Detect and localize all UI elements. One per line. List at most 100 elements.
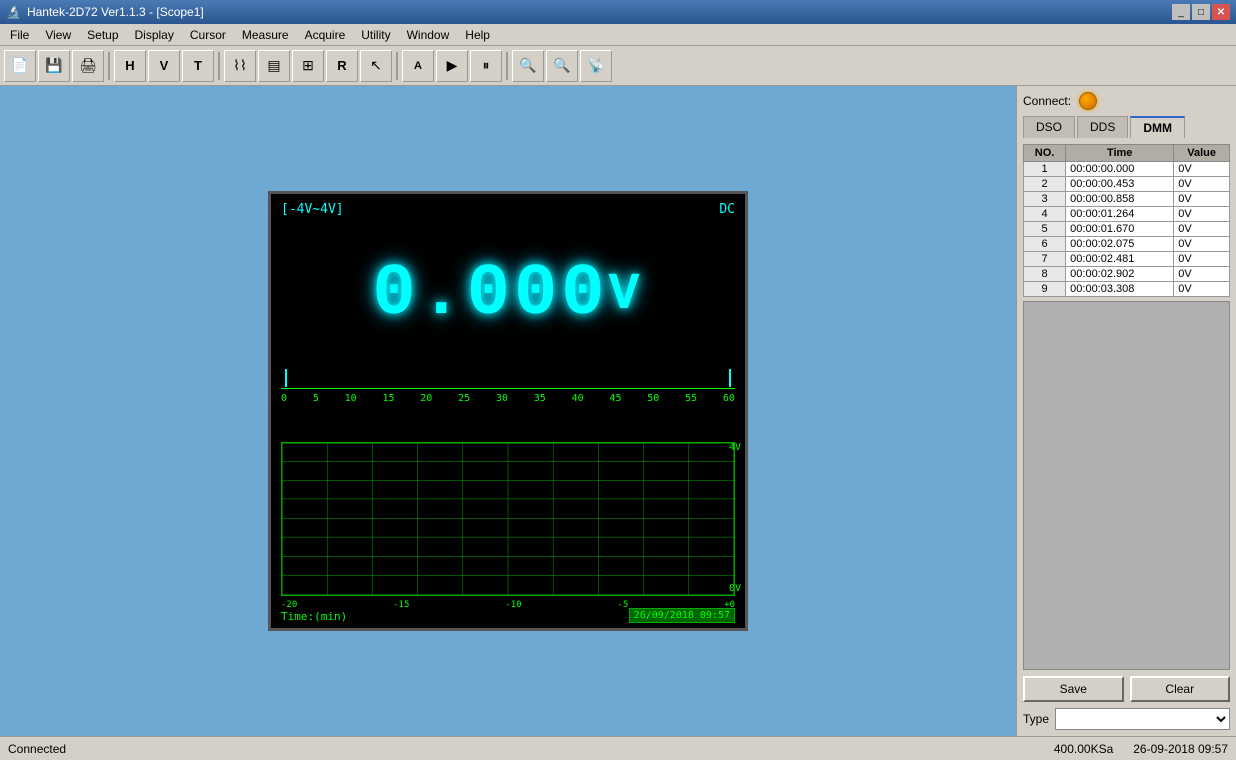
toolbar-t[interactable]: T [182,50,214,82]
menu-setup[interactable]: Setup [79,26,126,44]
tab-dso[interactable]: DSO [1023,116,1075,138]
connect-label: Connect: [1023,94,1071,108]
cell-time: 00:00:00.453 [1066,177,1174,192]
toolbar-stop[interactable]: ⏸ [470,50,502,82]
toolbar-connect[interactable]: 📡 [580,50,612,82]
cell-value: 0V [1174,192,1230,207]
main-content: [-4V~4V] DC 0.000V 0 5 10 15 20 [0,86,1236,736]
tabs: DSO DDS DMM [1023,116,1230,138]
toolbar-wave1[interactable]: ⌇⌇ [224,50,256,82]
time-ruler: 0 5 10 15 20 25 30 35 40 45 50 55 60 [281,369,735,429]
toolbar: 📄 💾 🖨 H V T ⌇⌇ ▤ ⊞ R ↖ A ▶ ⏸ 🔍 🔍 📡 [0,46,1236,86]
cell-value: 0V [1174,207,1230,222]
toolbar-run[interactable]: ▶ [436,50,468,82]
maximize-button[interactable]: □ [1192,4,1210,20]
close-button[interactable]: ✕ [1212,4,1230,20]
cell-time: 00:00:00.858 [1066,192,1174,207]
cell-no: 3 [1024,192,1066,207]
menu-file[interactable]: File [2,26,37,44]
menu-window[interactable]: Window [399,26,458,44]
tab-dds[interactable]: DDS [1077,116,1128,138]
cell-time: 00:00:03.308 [1066,282,1174,297]
cell-no: 4 [1024,207,1066,222]
table-row: 1 00:00:00.000 0V [1024,162,1230,177]
cell-no: 9 [1024,282,1066,297]
data-table: NO. Time Value 1 00:00:00.000 0V 2 00:00… [1023,144,1230,297]
cell-time: 00:00:02.481 [1066,252,1174,267]
type-row: Type [1023,708,1230,730]
type-label: Type [1023,712,1049,726]
ruler-markers: 0 5 10 15 20 25 30 35 40 45 50 55 60 [281,389,735,404]
connect-indicator [1079,92,1097,110]
ruler-ticks [281,369,735,389]
ruler-cursor-left [285,369,287,387]
menu-help[interactable]: Help [457,26,498,44]
reading-value: 0.000 [372,253,608,335]
menu-display[interactable]: Display [127,26,182,44]
cell-value: 0V [1174,237,1230,252]
col-no: NO. [1024,145,1066,162]
toolbar-new[interactable]: 📄 [4,50,36,82]
cell-value: 0V [1174,267,1230,282]
cell-time: 00:00:00.000 [1066,162,1174,177]
waveform-area [281,442,735,596]
sample-rate: 400.00KSa [1054,742,1113,756]
cell-time: 00:00:02.075 [1066,237,1174,252]
status-bar: Connected 400.00KSa 26-09-2018 09:57 [0,736,1236,760]
type-select[interactable] [1055,708,1230,730]
table-row: 2 00:00:00.453 0V [1024,177,1230,192]
toolbar-sep3 [396,52,398,80]
title-bar: 🔬 Hantek-2D72 Ver1.1.3 - [Scope1] _ □ ✕ [0,0,1236,24]
tab-dmm[interactable]: DMM [1130,116,1185,138]
cell-no: 8 [1024,267,1066,282]
coupling-label: DC [719,202,735,217]
col-value: Value [1174,145,1230,162]
toolbar-print[interactable]: 🖨 [72,50,104,82]
save-button[interactable]: Save [1023,676,1124,702]
table-row: 4 00:00:01.264 0V [1024,207,1230,222]
toolbar-sep2 [218,52,220,80]
menu-view[interactable]: View [37,26,79,44]
toolbar-save[interactable]: 💾 [38,50,70,82]
minimize-button[interactable]: _ [1172,4,1190,20]
table-row: 7 00:00:02.481 0V [1024,252,1230,267]
toolbar-ref[interactable]: R [326,50,358,82]
status-connected: Connected [8,742,66,756]
menu-acquire[interactable]: Acquire [297,26,354,44]
cell-no: 6 [1024,237,1066,252]
cell-no: 2 [1024,177,1066,192]
clear-button[interactable]: Clear [1130,676,1231,702]
right-panel: Connect: DSO DDS DMM NO. Time Value 1 00… [1016,86,1236,736]
cell-time: 00:00:02.902 [1066,267,1174,282]
toolbar-auto[interactable]: A [402,50,434,82]
cell-value: 0V [1174,222,1230,237]
app-icon: 🔬 [6,5,21,19]
cell-no: 7 [1024,252,1066,267]
toolbar-sep1 [108,52,110,80]
cell-time: 00:00:01.670 [1066,222,1174,237]
menu-measure[interactable]: Measure [234,26,297,44]
toolbar-cursor[interactable]: ↖ [360,50,392,82]
toolbar-h[interactable]: H [114,50,146,82]
ruler-cursor-right [729,369,731,387]
scope-info-bar: [-4V~4V] DC [281,202,735,217]
toolbar-zoom-in[interactable]: 🔍 [512,50,544,82]
title-bar-controls: _ □ ✕ [1172,4,1230,20]
cell-value: 0V [1174,282,1230,297]
toolbar-sep4 [506,52,508,80]
table-empty-area [1023,301,1230,670]
table-row: 6 00:00:02.075 0V [1024,237,1230,252]
table-row: 9 00:00:03.308 0V [1024,282,1230,297]
cell-value: 0V [1174,162,1230,177]
toolbar-wave3[interactable]: ⊞ [292,50,324,82]
timestamp: 26/09/2018 09:57 [629,608,735,623]
toolbar-wave2[interactable]: ▤ [258,50,290,82]
toolbar-v[interactable]: V [148,50,180,82]
title-text: Hantek-2D72 Ver1.1.3 - [Scope1] [27,5,204,19]
col-time: Time [1066,145,1174,162]
menu-utility[interactable]: Utility [353,26,398,44]
menu-cursor[interactable]: Cursor [182,26,234,44]
toolbar-zoom-out[interactable]: 🔍 [546,50,578,82]
time-label: Time:(min) [281,610,347,623]
table-row: 5 00:00:01.670 0V [1024,222,1230,237]
